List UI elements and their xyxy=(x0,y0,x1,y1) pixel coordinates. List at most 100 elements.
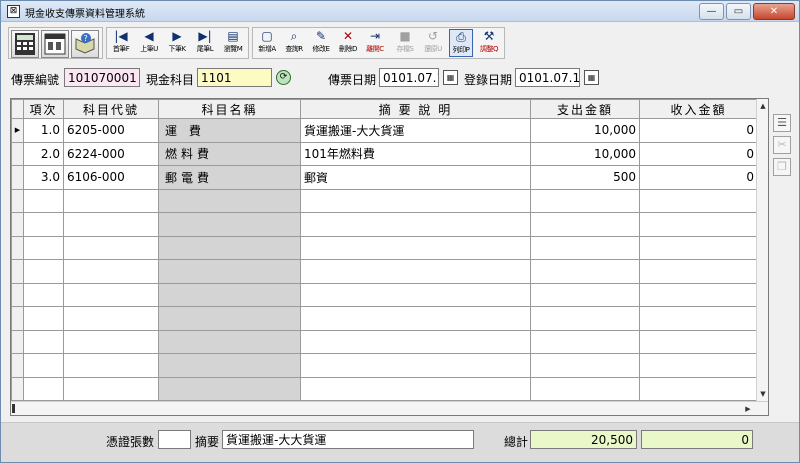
quick-tools-group: ? xyxy=(8,27,103,59)
cell-name: 燃料費 xyxy=(158,141,301,166)
calculator-button[interactable] xyxy=(11,30,39,58)
app-icon: ⊠ xyxy=(7,5,20,18)
col-header-code[interactable]: 科目代號 xyxy=(63,99,159,119)
table-row-empty[interactable] xyxy=(11,376,758,401)
total-expense-field: 20,500 xyxy=(530,430,637,449)
prev-record-button[interactable]: ◀ 上筆U xyxy=(137,29,161,57)
maximize-button[interactable]: ▭ xyxy=(726,3,751,20)
scroll-up-icon[interactable]: ▲ xyxy=(757,100,768,112)
voucher-no-label: 傳票編號 xyxy=(11,73,60,87)
svg-text:?: ? xyxy=(84,34,88,43)
current-row-indicator-icon: ▶ xyxy=(11,118,24,143)
cell-income[interactable]: 0 xyxy=(639,141,758,166)
browse-icon: ▤ xyxy=(227,29,239,43)
cell-expense[interactable]: 10,000 xyxy=(530,141,640,166)
cell-expense[interactable]: 10,000 xyxy=(530,118,640,143)
modify-button[interactable]: ✎ 修改E xyxy=(309,29,333,57)
next-record-icon: ▶ xyxy=(172,29,182,43)
col-header-name[interactable]: 科目名稱 xyxy=(158,99,301,119)
table-row-empty[interactable] xyxy=(11,212,758,237)
voucher-no-field[interactable]: 101070001 xyxy=(64,68,140,87)
cell-item[interactable]: 3.0 xyxy=(23,165,64,190)
cell-memo[interactable]: 郵資 xyxy=(300,165,531,190)
lookup-account-icon[interactable]: ⟳ xyxy=(276,70,291,85)
attachments-field[interactable] xyxy=(158,430,191,449)
cell-code[interactable]: 6106-000 xyxy=(63,165,159,190)
side-tools: ☰ ✂ ❐ xyxy=(773,114,793,180)
close-button[interactable]: ✕ xyxy=(753,3,795,20)
col-header-memo[interactable]: 摘 要 說 明 xyxy=(300,99,531,119)
help-button[interactable]: ? xyxy=(71,30,99,58)
cell-expense[interactable]: 500 xyxy=(530,165,640,190)
minimize-button[interactable]: — xyxy=(699,3,724,20)
entry-date-label: 登錄日期 xyxy=(464,73,513,87)
restore-button[interactable]: ↺ 還原U xyxy=(421,29,445,57)
cell-name: 郵電費 xyxy=(158,165,301,190)
calendar-button[interactable] xyxy=(41,30,69,58)
cell-income[interactable]: 0 xyxy=(639,118,758,143)
col-header-item[interactable]: 項次 xyxy=(23,99,64,119)
voucher-date-calendar-icon[interactable]: ▦ xyxy=(443,70,458,85)
title-bar: ⊠ 現金收支傳票資料管理系統 — ▭ ✕ xyxy=(1,1,799,22)
cell-memo[interactable]: 貨運搬運-大大貨運 xyxy=(300,118,531,143)
table-header-row: 項次 科目代號 科目名稱 摘 要 說 明 支出金額 收入金額 xyxy=(11,99,758,119)
table-row-empty[interactable] xyxy=(11,235,758,260)
cell-income[interactable]: 0 xyxy=(639,165,758,190)
col-header-expense[interactable]: 支出金額 xyxy=(530,99,640,119)
add-button[interactable]: ▢ 新增A xyxy=(255,29,279,57)
table-row-empty[interactable] xyxy=(11,259,758,284)
col-header-income[interactable]: 收入金額 xyxy=(639,99,758,119)
adjust-button[interactable]: ⚒ 調整Q xyxy=(477,29,501,57)
delete-button[interactable]: ✕ 刪除D xyxy=(336,29,360,57)
header-fields: 傳票編號 101070001 現金科目 1101 ⟳ 傳票日期 0101.07.… xyxy=(1,67,799,89)
table-row-empty[interactable] xyxy=(11,306,758,331)
browse-button[interactable]: ▤ 瀏覽M xyxy=(221,29,245,57)
voucher-grid: 項次 科目代號 科目名稱 摘 要 說 明 支出金額 收入金額 ▶ 1.0 620… xyxy=(10,98,769,416)
cash-account-field[interactable]: 1101 xyxy=(197,68,272,87)
tools-icon: ⚒ xyxy=(483,29,495,43)
calendar-icon xyxy=(44,33,66,55)
exit-icon: ⇥ xyxy=(369,29,381,43)
table-row[interactable]: ▶ 1.0 6205-000 運 費 貨運搬運-大大貨運 10,000 0 xyxy=(11,118,758,143)
navigation-group: |◀ 首筆F ◀ 上筆U ▶ 下筆K ▶| 尾筆L ▤ 瀏覽M xyxy=(106,27,249,59)
horizontal-scrollbar[interactable]: ▶ xyxy=(11,401,768,415)
cell-code[interactable]: 6205-000 xyxy=(63,118,159,143)
delete-icon: ✕ xyxy=(342,29,354,43)
undo-icon: ↺ xyxy=(427,29,439,43)
cell-code[interactable]: 6224-000 xyxy=(63,141,159,166)
table-row[interactable]: 2.0 6224-000 燃料費 101年燃料費 10,000 0 xyxy=(11,141,758,166)
next-record-button[interactable]: ▶ 下筆K xyxy=(165,29,189,57)
entry-date-field[interactable]: 0101.07.17 xyxy=(515,68,580,87)
save-button[interactable]: ■ 存檔S xyxy=(393,29,417,57)
table-row[interactable]: 3.0 6106-000 郵電費 郵資 500 0 xyxy=(11,165,758,190)
print-button[interactable]: ⎙ 列印P xyxy=(449,29,473,57)
table-row-empty[interactable] xyxy=(11,282,758,307)
cell-item[interactable]: 1.0 xyxy=(23,118,64,143)
row-indicator xyxy=(11,165,24,190)
save-icon: ■ xyxy=(399,29,411,43)
voucher-date-field[interactable]: 0101.07.17 xyxy=(379,68,439,87)
query-button[interactable]: ⌕ 查詢R xyxy=(282,29,306,57)
scroll-right-icon[interactable]: ▶ xyxy=(742,403,754,415)
summary-field[interactable]: 貨運搬運-大大貨運 xyxy=(222,430,474,449)
scroll-down-icon[interactable]: ▼ xyxy=(757,388,768,400)
first-record-button[interactable]: |◀ 首筆F xyxy=(109,29,133,57)
cash-account-label: 現金科目 xyxy=(146,73,195,87)
horizontal-scroll-thumb[interactable] xyxy=(12,404,15,413)
cell-item[interactable]: 2.0 xyxy=(23,141,64,166)
edit-icon: ✎ xyxy=(315,29,327,43)
table-row-empty[interactable] xyxy=(11,329,758,354)
cell-memo[interactable]: 101年燃料費 xyxy=(300,141,531,166)
help-book-icon: ? xyxy=(75,33,95,54)
table-row-empty[interactable] xyxy=(11,188,758,213)
grid-view-icon[interactable]: ☰ xyxy=(773,114,791,132)
exit-button[interactable]: ⇥ 離開C xyxy=(363,29,387,57)
last-record-button[interactable]: ▶| 尾筆L xyxy=(193,29,217,57)
cut-icon[interactable]: ✂ xyxy=(773,136,791,154)
vertical-scrollbar[interactable]: ▲ ▼ xyxy=(756,99,768,401)
table-row-empty[interactable] xyxy=(11,353,758,378)
copy-icon[interactable]: ❐ xyxy=(773,158,791,176)
app-window: ⊠ 現金收支傳票資料管理系統 — ▭ ✕ ? |◀ 首筆F ◀ 上筆U ▶ 下筆… xyxy=(0,0,800,463)
entry-date-calendar-icon[interactable]: ▦ xyxy=(584,70,599,85)
toolbar: ? |◀ 首筆F ◀ 上筆U ▶ 下筆K ▶| 尾筆L ▤ 瀏覽M ▢ 新增A … xyxy=(1,23,799,63)
